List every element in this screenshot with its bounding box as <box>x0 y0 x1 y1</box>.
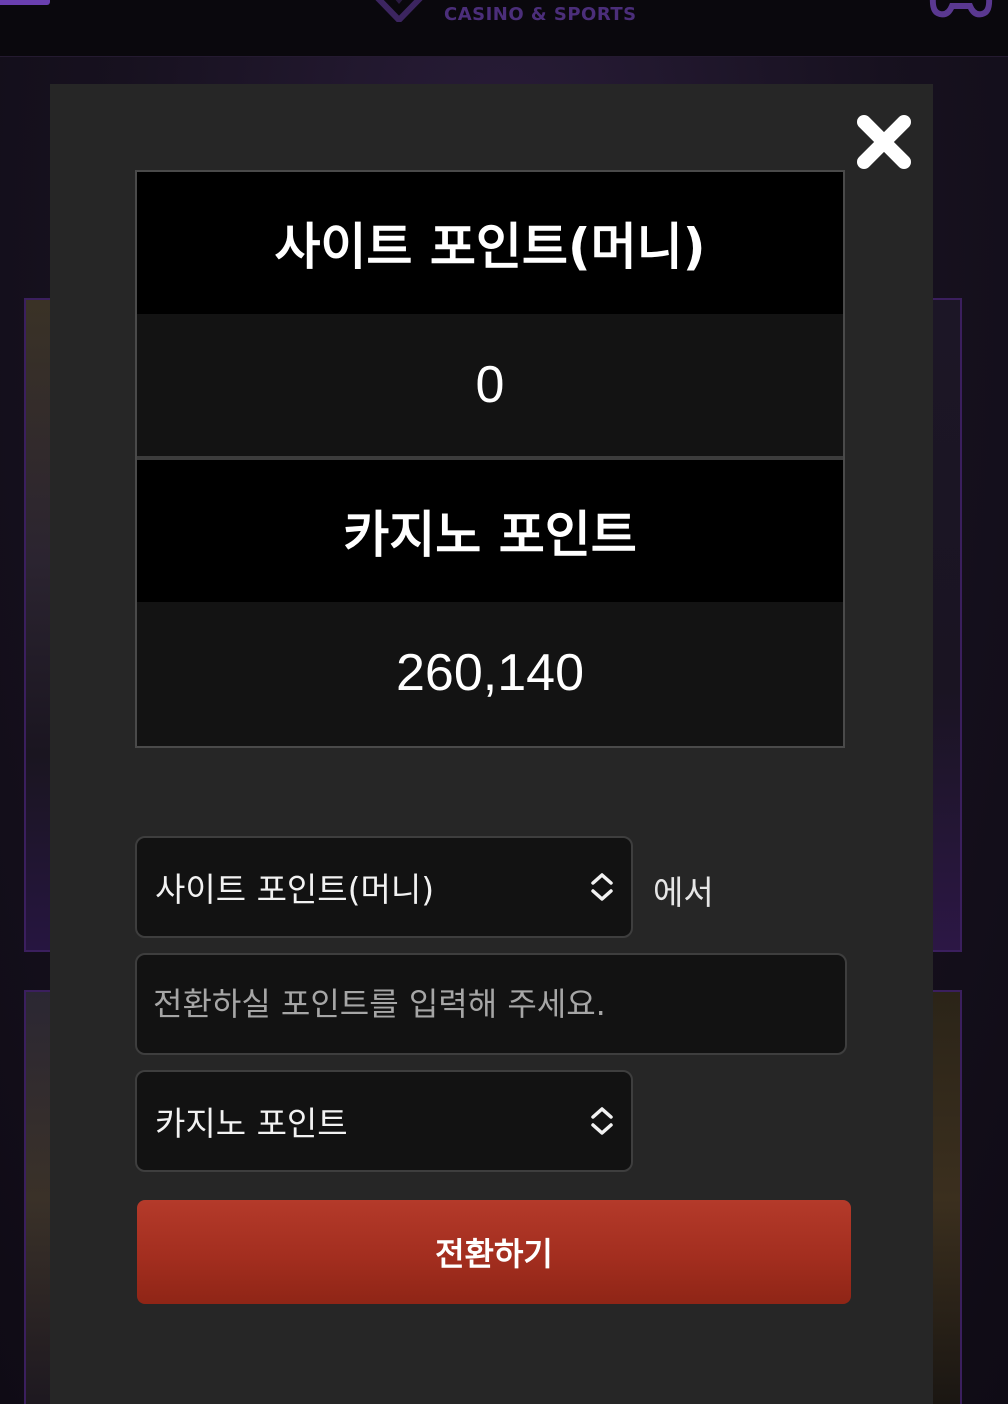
casino-points-value: 260,140 <box>137 602 843 744</box>
close-icon[interactable] <box>854 112 914 172</box>
logo-text: CASINO & SPORTS <box>444 4 637 25</box>
from-point-select-value: 사이트 포인트(머니) <box>155 870 435 909</box>
select-arrows-icon <box>591 1107 613 1135</box>
gamepad-icon[interactable] <box>926 0 996 20</box>
top-header: CASINO & SPORTS <box>0 0 1008 57</box>
logo-diamond-icon <box>375 0 423 22</box>
site-points-value: 0 <box>137 314 843 456</box>
site-logo[interactable]: CASINO & SPORTS <box>360 0 636 34</box>
page-background: CASINO & SPORTS 사이트 포인트(머니) 0 카지노 포인트 26… <box>0 0 1008 1404</box>
to-point-select-value: 카지노 포인트 <box>155 1104 348 1143</box>
background-game-card <box>930 990 962 1404</box>
hamburger-menu-icon[interactable] <box>0 0 50 8</box>
from-point-select[interactable]: 사이트 포인트(머니) <box>135 836 633 938</box>
from-suffix-label: 에서 <box>653 873 714 912</box>
point-conversion-modal: 사이트 포인트(머니) 0 카지노 포인트 260,140 사이트 포인트(머니… <box>50 84 933 1404</box>
background-game-card <box>930 298 962 952</box>
points-summary-table: 사이트 포인트(머니) 0 카지노 포인트 260,140 <box>135 170 845 748</box>
site-points-label: 사이트 포인트(머니) <box>137 172 843 314</box>
convert-button[interactable]: 전환하기 <box>137 1200 851 1304</box>
point-amount-input[interactable] <box>135 953 847 1055</box>
select-arrows-icon <box>591 873 613 901</box>
casino-points-label: 카지노 포인트 <box>137 460 843 602</box>
to-point-select[interactable]: 카지노 포인트 <box>135 1070 633 1172</box>
